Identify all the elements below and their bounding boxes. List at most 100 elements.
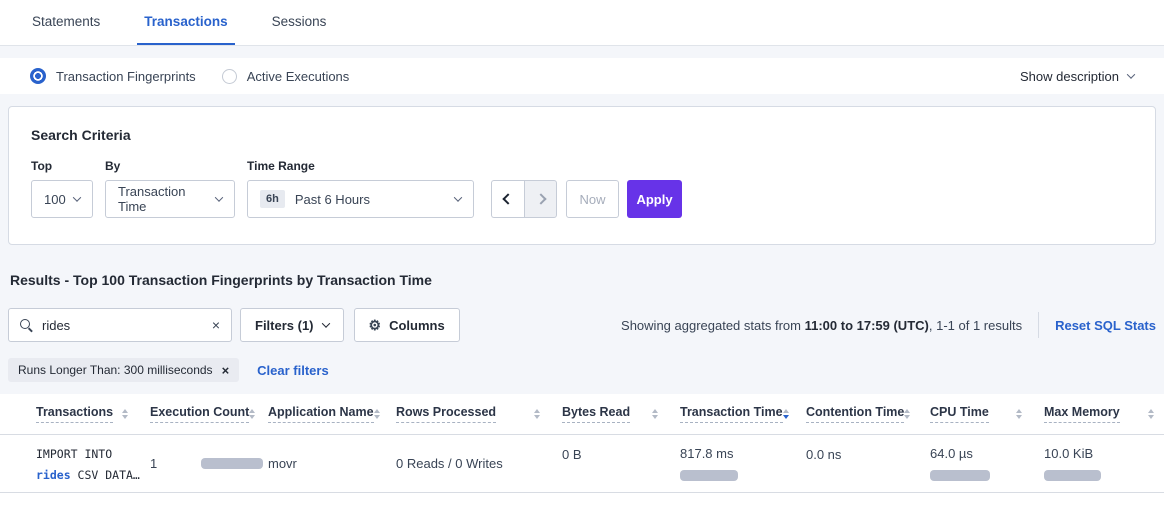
table-row: IMPORT INTO rides CSV DATA… 1 movr 0 Rea… bbox=[0, 435, 1164, 493]
filters-button[interactable]: Filters (1) bbox=[240, 308, 344, 342]
sort-icon bbox=[374, 409, 380, 419]
column-label: Rows Processed bbox=[396, 405, 496, 423]
transaction-time-cell: 817.8 ms bbox=[680, 435, 806, 492]
execution-count-value: 1 bbox=[150, 456, 157, 471]
column-label: Application Name bbox=[268, 405, 374, 423]
tab-label: Transactions bbox=[144, 14, 227, 29]
cpu-time-bar bbox=[930, 470, 990, 481]
sort-desc-icon bbox=[783, 409, 789, 419]
sort-icon bbox=[652, 409, 658, 419]
time-shift-back-button[interactable] bbox=[491, 180, 524, 218]
column-header-transactions[interactable]: Transactions bbox=[36, 405, 150, 423]
radio-transaction-fingerprints[interactable]: Transaction Fingerprints bbox=[30, 68, 196, 84]
application-name-value: movr bbox=[268, 456, 297, 471]
sort-icon bbox=[534, 409, 540, 419]
radio-selected-icon bbox=[30, 68, 46, 84]
time-range-select[interactable]: 6h Past 6 Hours bbox=[247, 180, 474, 218]
search-criteria-title: Search Criteria bbox=[31, 127, 1133, 143]
tab-label: Sessions bbox=[272, 14, 327, 29]
contention-time-cell: 0.0 ns bbox=[806, 435, 930, 492]
tab-statements[interactable]: Statements bbox=[25, 0, 107, 45]
gear-icon: ⚙ bbox=[369, 318, 382, 332]
filter-chip: Runs Longer Than: 300 milliseconds × bbox=[8, 358, 239, 382]
sort-icon bbox=[249, 409, 255, 419]
columns-button[interactable]: ⚙ Columns bbox=[354, 308, 460, 342]
time-shift-buttons bbox=[491, 180, 557, 218]
results-search-box: × bbox=[8, 308, 232, 342]
transaction-time-bar bbox=[680, 470, 738, 481]
query-line-1: IMPORT INTO bbox=[36, 444, 128, 465]
by-field: By Transaction Time bbox=[105, 159, 235, 218]
column-header-cpu-time[interactable]: CPU Time bbox=[930, 405, 1044, 423]
execution-count-bar bbox=[201, 458, 263, 469]
query-rest: CSV DATA… bbox=[71, 468, 140, 482]
apply-button[interactable]: Apply bbox=[627, 180, 682, 218]
by-value: Transaction Time bbox=[118, 184, 216, 214]
application-name-cell: movr bbox=[268, 435, 396, 492]
page-tabs: Statements Transactions Sessions bbox=[0, 0, 1164, 46]
tab-transactions[interactable]: Transactions bbox=[137, 0, 234, 45]
results-table: Transactions Execution Count Application… bbox=[0, 394, 1164, 509]
top-label: Top bbox=[31, 159, 93, 173]
tab-sessions[interactable]: Sessions bbox=[265, 0, 334, 45]
time-shift-forward-button[interactable] bbox=[524, 180, 557, 218]
clear-search-icon[interactable]: × bbox=[212, 318, 220, 332]
max-memory-value: 10.0 KiB bbox=[1044, 446, 1142, 461]
column-label: Transactions bbox=[36, 405, 113, 423]
by-label: By bbox=[105, 159, 235, 173]
search-criteria-controls: Top 100 By Transaction Time Time Range 6… bbox=[31, 159, 1133, 218]
column-label: Contention Time bbox=[806, 405, 904, 423]
chevron-down-icon bbox=[454, 193, 462, 201]
query-table-name[interactable]: rides bbox=[36, 468, 71, 482]
sort-icon bbox=[1016, 409, 1022, 419]
show-description-toggle[interactable]: Show description bbox=[1020, 69, 1134, 84]
time-range-value: Past 6 Hours bbox=[295, 192, 370, 207]
view-toggle-band: Transaction Fingerprints Active Executio… bbox=[0, 58, 1164, 94]
max-memory-cell: 10.0 KiB bbox=[1044, 435, 1164, 492]
filters-label: Filters (1) bbox=[255, 318, 314, 333]
show-description-label: Show description bbox=[1020, 69, 1119, 84]
search-icon bbox=[20, 319, 33, 332]
column-label: Max Memory bbox=[1044, 405, 1120, 423]
radio-label: Transaction Fingerprints bbox=[56, 69, 196, 84]
stats-suffix: , 1-1 of 1 results bbox=[929, 318, 1022, 333]
columns-label: Columns bbox=[389, 318, 445, 333]
column-header-application-name[interactable]: Application Name bbox=[268, 405, 396, 423]
remove-filter-icon[interactable]: × bbox=[222, 363, 230, 378]
column-label: Execution Count bbox=[150, 405, 249, 423]
bytes-read-value: 0 B bbox=[562, 447, 582, 462]
vertical-divider bbox=[1038, 312, 1039, 338]
aggregated-stats: Showing aggregated stats from 11:00 to 1… bbox=[621, 312, 1156, 338]
time-range-label: Time Range bbox=[247, 159, 474, 173]
radio-active-executions[interactable]: Active Executions bbox=[222, 69, 350, 84]
column-header-execution-count[interactable]: Execution Count bbox=[150, 405, 268, 423]
tab-label: Statements bbox=[32, 14, 100, 29]
now-button[interactable]: Now bbox=[566, 180, 619, 218]
filter-chip-row: Runs Longer Than: 300 milliseconds × Cle… bbox=[8, 358, 1156, 382]
chevron-left-icon bbox=[502, 193, 513, 204]
apply-label: Apply bbox=[636, 192, 672, 207]
query-line-2: rides CSV DATA… bbox=[36, 465, 128, 486]
chevron-right-icon bbox=[535, 193, 546, 204]
stats-prefix: Showing aggregated stats from bbox=[621, 318, 805, 333]
search-input[interactable] bbox=[42, 318, 206, 333]
column-header-transaction-time[interactable]: Transaction Time bbox=[680, 405, 806, 423]
radio-unselected-icon bbox=[222, 69, 237, 84]
contention-time-value: 0.0 ns bbox=[806, 447, 841, 462]
chevron-down-icon bbox=[1127, 70, 1135, 78]
transaction-fingerprint-cell[interactable]: IMPORT INTO rides CSV DATA… bbox=[36, 435, 150, 492]
column-header-max-memory[interactable]: Max Memory bbox=[1044, 405, 1164, 423]
execution-count-cell: 1 bbox=[150, 435, 268, 492]
column-header-contention-time[interactable]: Contention Time bbox=[806, 405, 930, 423]
bytes-read-cell: 0 B bbox=[562, 435, 680, 492]
by-select[interactable]: Transaction Time bbox=[105, 180, 235, 218]
top-select[interactable]: 100 bbox=[31, 180, 93, 218]
max-memory-bar bbox=[1044, 470, 1101, 481]
clear-filters-link[interactable]: Clear filters bbox=[257, 363, 329, 378]
stats-text: Showing aggregated stats from 11:00 to 1… bbox=[621, 318, 1022, 333]
sort-icon bbox=[1148, 409, 1154, 419]
column-header-rows-processed[interactable]: Rows Processed bbox=[396, 405, 562, 423]
reset-sql-stats-link[interactable]: Reset SQL Stats bbox=[1055, 318, 1156, 333]
column-header-bytes-read[interactable]: Bytes Read bbox=[562, 405, 680, 423]
chevron-down-icon bbox=[73, 193, 81, 201]
